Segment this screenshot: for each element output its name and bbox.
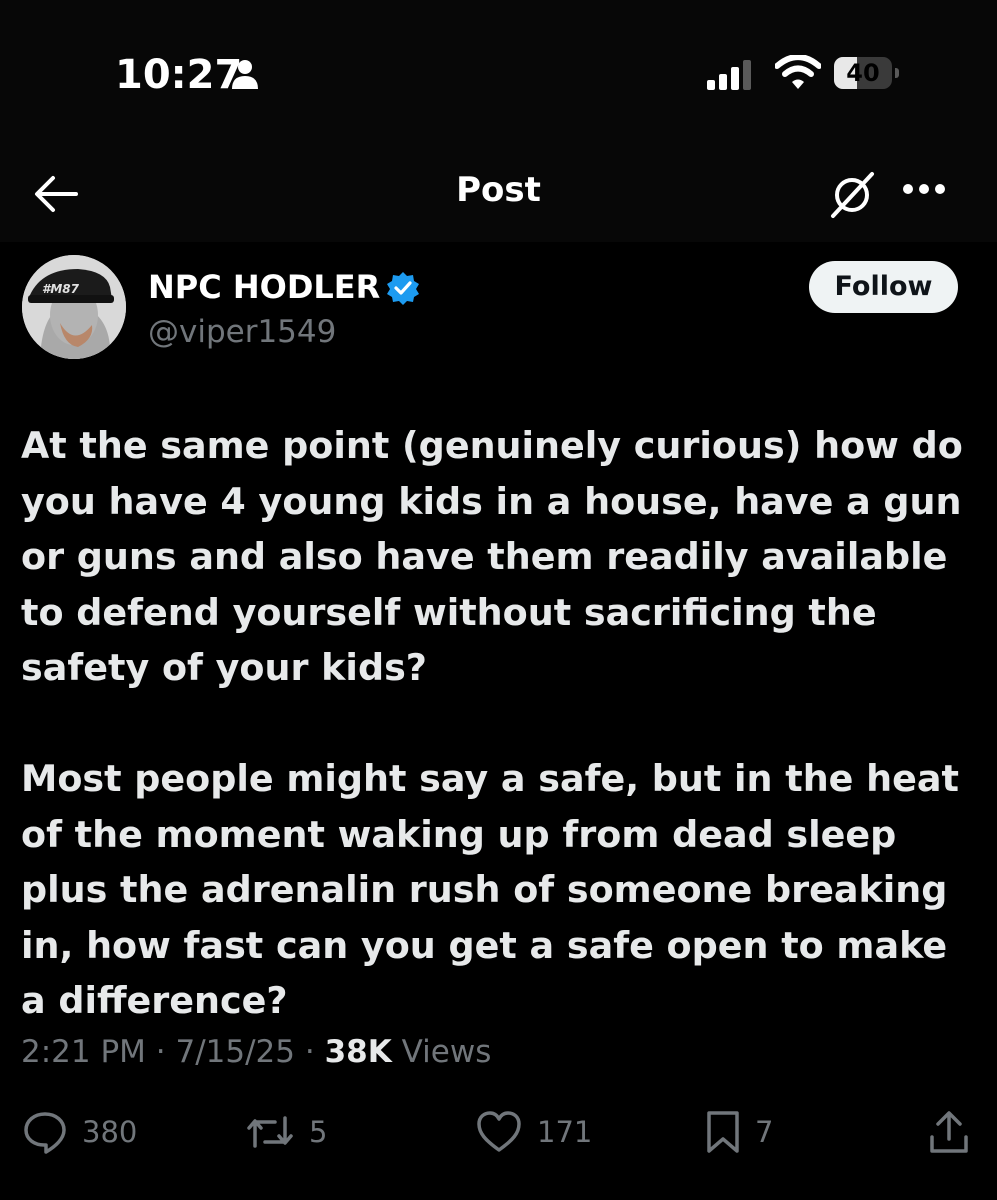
bookmark-count: 7	[755, 1115, 774, 1149]
avatar-cap-text: #M87	[42, 282, 80, 296]
avatar-image: #M87	[22, 255, 126, 359]
cellular-signal-icon	[707, 60, 751, 90]
status-time: 10:27	[115, 52, 243, 98]
avatar[interactable]: #M87	[22, 255, 126, 359]
follow-button[interactable]: Follow	[809, 261, 958, 313]
battery-icon: 40	[834, 57, 900, 89]
post-text: At the same point (genuinely curious) ho…	[21, 418, 981, 1029]
bookmark-button[interactable]: 7	[705, 1108, 773, 1156]
post-date: 7/15/25	[175, 1034, 296, 1070]
person-icon	[232, 60, 258, 89]
battery-level: 40	[846, 59, 880, 87]
status-bar: 10:27 40	[0, 0, 997, 150]
post-meta: 2:21 PM · 7/15/25 · 38K Views	[21, 1034, 491, 1070]
like-count: 171	[537, 1115, 593, 1149]
wifi-icon	[775, 55, 821, 89]
repost-button[interactable]: 5	[245, 1108, 327, 1156]
like-button[interactable]: 171	[475, 1108, 592, 1156]
post-paragraph: Most people might say a safe, but in the…	[21, 757, 959, 1022]
reply-button[interactable]: 380	[22, 1108, 137, 1156]
grok-icon[interactable]	[826, 168, 878, 220]
meta-separator: ·	[304, 1034, 315, 1070]
post-time: 2:21 PM	[21, 1034, 146, 1070]
meta-separator: ·	[155, 1034, 166, 1070]
verified-badge-icon	[387, 272, 419, 305]
author-display-name[interactable]: NPC HODLER	[148, 268, 380, 306]
reply-icon	[24, 1112, 66, 1154]
repost-icon	[247, 1116, 293, 1148]
share-icon	[930, 1111, 968, 1153]
repost-count: 5	[309, 1115, 328, 1149]
heart-icon	[477, 1111, 521, 1152]
author-handle[interactable]: @viper1549	[148, 314, 336, 350]
post-paragraph: At the same point (genuinely curious) ho…	[21, 424, 963, 689]
more-icon[interactable]	[902, 183, 946, 195]
reply-count: 380	[82, 1115, 138, 1149]
views-label: Views	[401, 1034, 492, 1070]
bookmark-icon	[707, 1111, 739, 1153]
top-nav-bar: Post	[0, 150, 997, 242]
share-button[interactable]	[928, 1108, 970, 1156]
views-count[interactable]: 38K	[325, 1034, 392, 1070]
